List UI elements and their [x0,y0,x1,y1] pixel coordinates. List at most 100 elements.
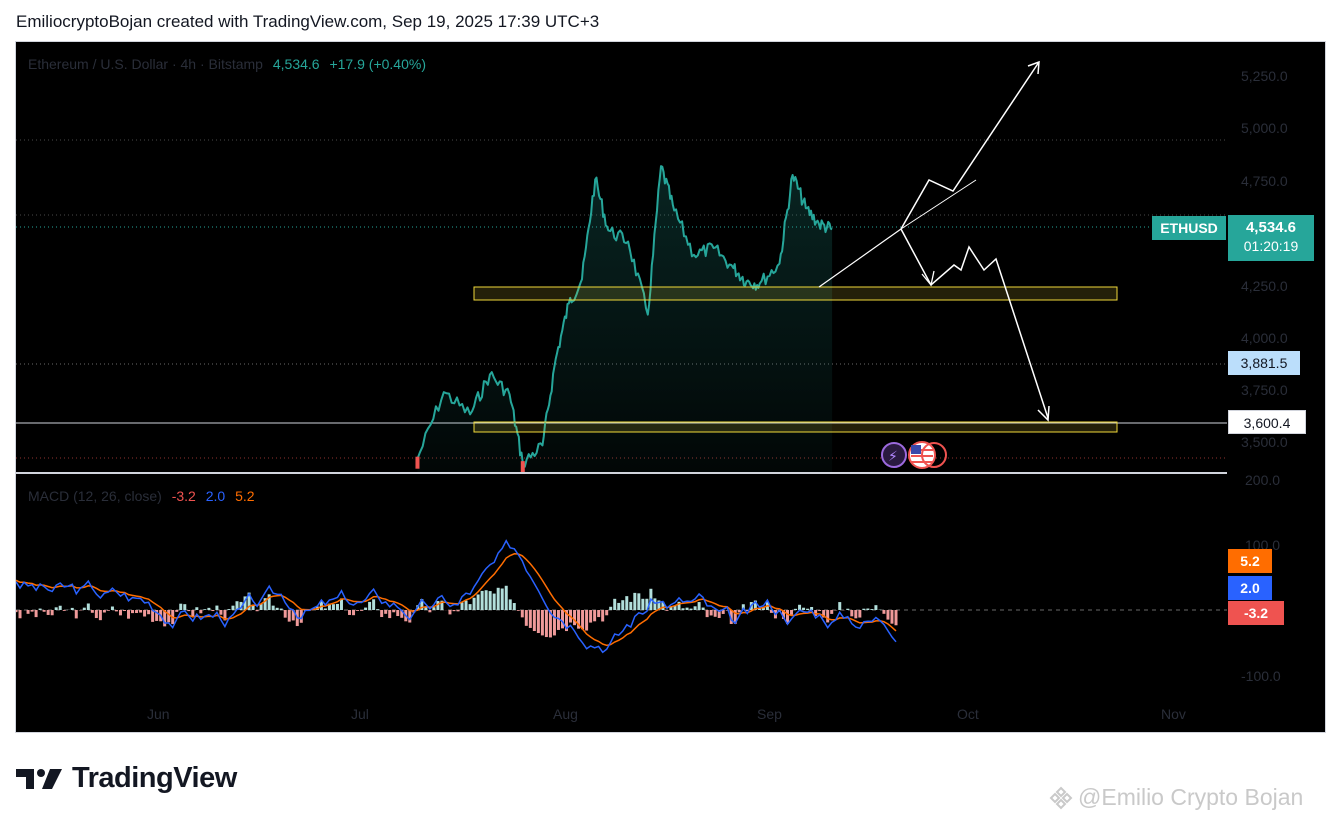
macd-hist-bar [641,598,645,610]
macd-hist-bar [183,604,187,610]
symbol-price: 4,534.6 [272,56,320,72]
chart-caption: EmiliocryptoBojan created with TradingVi… [16,12,600,31]
symbol-description: Ethereum / U.S. Dollar · 4h · Bitstamp [28,56,263,72]
macd-hist-bar [428,610,432,613]
macd-hist-bar [376,609,380,610]
price-axis-label: 3,500.0 [1241,434,1288,450]
macd-hist-bar [790,610,794,615]
macd-hist-bar [484,590,488,610]
macd-hist-bar [46,610,50,615]
macd-hist-bar [271,605,275,610]
macd-hist-bar [621,600,625,610]
macd-hist-bar [143,610,147,617]
tradingview-logo[interactable]: TradingView [16,762,237,795]
macd-hist-tag: -3.2 [1228,601,1284,625]
macd-hist-bar [850,610,854,617]
macd-hist-bar [38,608,42,610]
macd-hist-bar [279,608,283,610]
macd-hist-bar [348,610,352,615]
macd-value: 2.0 [205,488,226,504]
price-axis-label: 5,000.0 [1241,120,1288,136]
macd-hist-bar [448,610,452,615]
macd-hist-bar [681,608,685,610]
macd-hist-bar [862,608,866,610]
macd-hist-bar [384,610,388,614]
macd-hist-bar [122,610,126,612]
resistance-zone[interactable] [473,286,1118,301]
level-tag-3881[interactable]: 3,881.5 [1228,351,1300,375]
macd-hist-bar [890,610,894,624]
symbol-change: +17.9 (+0.40%) [329,56,426,72]
macd-hist-bar [858,610,862,618]
macd-hist-bar [625,596,629,610]
macd-signal-value: 5.2 [235,488,255,504]
pane-separator[interactable] [16,472,1227,474]
macd-hist-bar [476,594,480,610]
macd-hist-bar [34,610,38,618]
macd-hist-bar [70,607,74,610]
macd-axis-label: 200.0 [1245,472,1281,488]
macd-hist-bar [593,610,597,622]
macd-hist-bar [685,607,689,610]
macd-hist-bar [26,610,30,614]
macd-hist-bar [118,610,122,616]
macd-hist-bar [665,610,669,611]
macd-hist-bar [504,585,508,610]
macd-hist-bar [211,610,215,612]
macd-hist-bar [500,588,504,610]
symbol-legend[interactable]: Ethereum / U.S. Dollar · 4h · Bitstamp 4… [28,56,426,72]
macd-hist-bar [360,610,364,611]
support-zone[interactable] [473,421,1118,433]
macd-hist-bar [16,610,18,613]
macd-legend[interactable]: MACD (12, 26, close) -3.2 2.0 5.2 [28,488,255,504]
last-price-value: 4,534.6 [1245,219,1297,236]
events-icons[interactable]: ⚡ [881,441,947,469]
macd-hist-bar [601,610,605,622]
macd-hist-bar [195,607,199,610]
macd-hist-bar [452,610,456,612]
time-axis-label: Oct [957,706,979,722]
watermark-text: @Emilio Crypto Bojan [1078,784,1304,810]
macd-hist-bar [532,610,536,632]
macd-hist-bar [58,605,62,610]
macd-hist-bar [585,610,589,631]
level-tag-3600[interactable]: 3,600.4 [1228,410,1306,434]
macd-hist-bar [709,610,713,616]
last-price-tag[interactable]: 4,534.6 01:20:19 [1228,215,1314,261]
macd-hist-bar [94,610,98,619]
ticker-tag[interactable]: ETHUSD [1152,216,1226,240]
macd-hist-bar [187,610,191,612]
macd-hist-bar [287,610,291,622]
macd-hist-bar [516,610,520,611]
macd-hist-bar [135,610,139,614]
chart-frame[interactable]: ⚡ Ethereum / U.S. Dollar · 4h · Bitstamp… [15,41,1326,733]
time-axis-label: Sep [757,706,782,722]
macd-hist-bar [368,601,372,610]
macd-hist-bar [364,607,368,610]
macd-hist-bar [175,610,179,612]
macd-line [16,539,897,654]
macd-hist-bar [62,610,66,611]
macd-hist-bar [798,604,802,610]
macd-hist-bar [496,587,500,610]
macd-hist-bar [147,610,151,615]
macd-hist-bar [629,601,633,610]
macd-hist-bar [689,608,693,610]
macd-hist-bar [894,610,898,626]
macd-hist-bar [802,607,806,610]
macd-hist-bar [102,610,106,613]
macd-hist-bar [826,610,830,623]
macd-hist-bar [98,610,102,621]
tradingview-logo-text: TradingView [72,762,237,794]
macd-hist-bar [480,590,484,610]
chart-canvas[interactable]: ⚡ [16,42,1325,732]
macd-hist-bar [492,593,496,610]
bullish-projection-arrow[interactable] [900,61,1040,230]
macd-hist-bar [874,605,878,610]
macd-hist-bar [637,593,641,610]
macd-hist-bar [323,608,327,610]
macd-hist-bar [560,610,564,629]
bearish-projection-arrow[interactable] [900,228,1049,419]
macd-hist-bar [488,591,492,610]
macd-hist-bar [408,610,412,623]
